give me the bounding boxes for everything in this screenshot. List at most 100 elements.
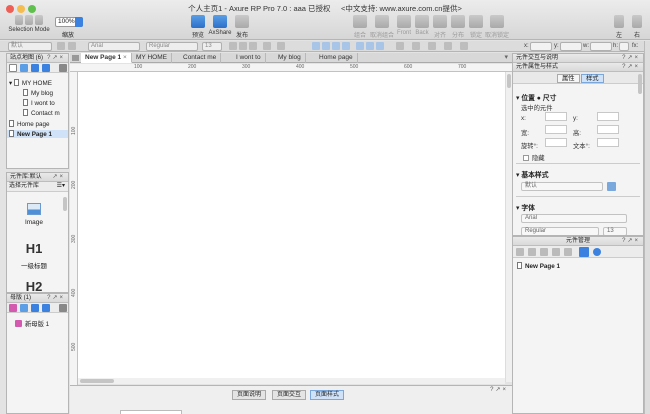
tab-new-page-1[interactable]: New Page 1 × [81,53,132,63]
format-painter-icon[interactable] [57,42,65,50]
italic-icon[interactable] [239,42,247,50]
height-input[interactable] [597,125,619,134]
line-style-icon[interactable] [444,42,452,50]
outline-tool-icon[interactable] [516,248,524,256]
align-justify-icon[interactable] [342,42,350,50]
filter-icon[interactable] [579,247,589,257]
tab-style[interactable]: 样式 [581,74,604,83]
preview-button[interactable]: 预览 [189,15,207,39]
right-panel-toggle[interactable]: 右 [630,15,644,39]
base-style-section-header[interactable]: ▾ 基本样式 [516,169,549,179]
outline-page-item[interactable]: New Page 1 [517,262,560,270]
inspector-scrollbar[interactable] [638,74,642,94]
sitemap-item-contact[interactable]: Contact m [23,109,60,117]
width-input[interactable] [545,125,567,134]
ungroup-button[interactable]: 取消组合 [370,15,394,39]
outline-tool-icon[interactable] [528,248,536,256]
search-icon[interactable] [593,248,601,256]
canvas-horizontal-scrollbar[interactable] [78,378,505,384]
tab-my-blog[interactable]: My blog [274,53,306,63]
border-color-icon[interactable] [412,42,420,50]
valign-top-icon[interactable] [356,42,364,50]
move-up-icon[interactable] [31,304,39,312]
font-select[interactable]: Arial [88,42,140,51]
group-button[interactable]: 组合 [350,15,370,39]
font-weight-select[interactable]: Regular [521,227,599,235]
panel-controls[interactable]: ?↗× [47,294,65,302]
scroll-thumb[interactable] [80,379,114,383]
panel-controls[interactable]: ?↗× [622,237,640,245]
panel-controls[interactable]: ?↗× [490,386,508,393]
outline-tool-icon[interactable] [564,248,572,256]
line-width-icon[interactable] [428,42,436,50]
design-canvas[interactable] [78,72,505,382]
canvas-vertical-scrollbar[interactable] [505,72,512,382]
panel-controls[interactable]: ↗× [52,173,65,181]
align-right-icon[interactable] [332,42,340,50]
move-down-icon[interactable] [42,304,50,312]
tab-home-page[interactable]: Home page [315,53,358,63]
align-button[interactable]: 对齐 [431,15,449,39]
outline-tool-icon[interactable] [540,248,548,256]
widget-image[interactable]: Image [17,203,51,226]
y-input[interactable] [597,112,619,121]
add-page-icon[interactable] [9,64,17,72]
bring-front-button[interactable]: Front [395,15,413,36]
y-field[interactable] [560,42,582,51]
move-down-icon[interactable] [42,64,50,72]
panel-controls[interactable]: ?↗× [47,54,65,62]
panel-controls[interactable]: ?↗× [622,63,640,71]
search-icon[interactable] [59,304,67,312]
close-tab-icon[interactable]: × [123,54,127,61]
add-master-icon[interactable] [9,304,17,312]
tabs-menu-icon[interactable]: ▾ [504,53,508,61]
left-panel-toggle[interactable]: 左 [612,15,626,39]
add-folder-icon[interactable] [20,64,28,72]
w-field[interactable] [590,42,612,51]
rotation-input[interactable] [545,138,567,147]
tab-i-wont-to[interactable]: I wont to [232,53,266,63]
sitemap-item-my-home[interactable]: ▾ MY HOME [9,79,52,87]
move-up-icon[interactable] [31,64,39,72]
widget-h2[interactable]: H2 [17,279,51,292]
widgets-scrollbar[interactable] [63,197,67,211]
position-section-header[interactable]: ▾ 位置 ● 尺寸 [516,92,556,102]
zoom-select[interactable]: 100% [55,17,83,27]
tab-page-style[interactable]: 页面样式 [310,390,345,400]
size-select[interactable]: 13 [202,42,222,51]
sitemap-item-new-page-1[interactable]: New Page 1 [7,130,68,138]
valign-middle-icon[interactable] [366,42,374,50]
sitemap-item-home-page[interactable]: Home page [9,120,50,128]
valign-bottom-icon[interactable] [376,42,384,50]
widget-h1[interactable]: H1 一级标题 [17,241,51,270]
master-item[interactable]: 新母版 1 [15,319,49,328]
sitemap-item-my-blog[interactable]: My blog [23,89,53,97]
underline-icon[interactable] [249,42,257,50]
font-color-icon[interactable] [263,42,271,50]
widget-library-select[interactable]: 选择元件库 ☰▾ [7,182,68,192]
send-back-button[interactable]: Back [413,15,431,36]
font-section-header[interactable]: ▾ 字体 [516,202,535,212]
style-select[interactable]: 默认 [8,42,52,51]
fill-color-icon[interactable] [396,42,404,50]
tab-contact-me[interactable]: Contact me [179,53,222,63]
h-field[interactable] [619,42,629,51]
panel-controls[interactable]: ?↗× [622,54,640,62]
tab-scroll-icon[interactable] [72,55,79,61]
tab-my-home[interactable]: MY HOME [132,53,172,63]
align-center-icon[interactable] [322,42,330,50]
menu-icon[interactable]: ☰▾ [57,182,65,191]
unlock-button[interactable]: 取消锁定 [485,15,509,39]
scroll-thumb[interactable] [507,74,511,88]
outline-tool-icon[interactable] [552,248,560,256]
edit-style-icon[interactable] [607,182,616,191]
distribute-button[interactable]: 分布 [449,15,467,39]
publish-button[interactable]: 发布 [233,15,251,39]
bold-icon[interactable] [229,42,237,50]
base-style-select[interactable]: 默认 [521,182,603,191]
axshare-button[interactable]: AxShare [207,15,233,36]
search-icon[interactable] [59,64,67,72]
lock-button[interactable]: 锁定 [467,15,485,39]
hidden-checkbox[interactable]: 隐藏 [523,153,545,162]
font-family-select[interactable]: Arial [521,214,627,223]
